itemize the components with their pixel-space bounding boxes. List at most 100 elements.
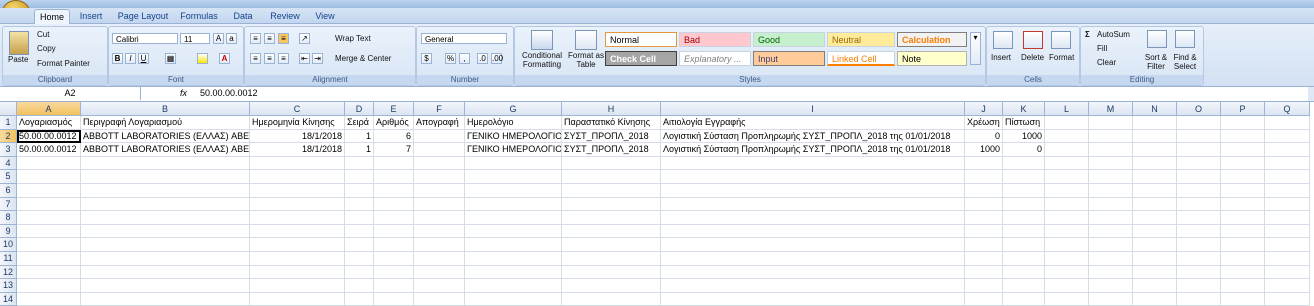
- table-cell[interactable]: [1177, 265, 1221, 280]
- table-cell[interactable]: [414, 184, 465, 198]
- table-cell[interactable]: [1177, 224, 1221, 239]
- table-cell[interactable]: [661, 238, 965, 252]
- table-cell[interactable]: [374, 279, 414, 293]
- borders-icon[interactable]: ▦: [165, 53, 176, 64]
- column-header[interactable]: E: [374, 102, 414, 116]
- table-cell[interactable]: [661, 156, 965, 171]
- row-header[interactable]: 11: [0, 252, 17, 266]
- table-cell[interactable]: [414, 197, 465, 212]
- table-cell[interactable]: [250, 184, 345, 198]
- table-cell[interactable]: [465, 279, 562, 293]
- sort-filter-button[interactable]: Sort & Filter: [1143, 53, 1169, 71]
- table-cell[interactable]: [465, 197, 562, 212]
- table-cell[interactable]: [1221, 265, 1265, 280]
- table-cell[interactable]: [1045, 156, 1089, 171]
- table-cell[interactable]: [1003, 184, 1045, 198]
- table-cell[interactable]: [1089, 252, 1133, 266]
- table-cell[interactable]: Λογιστική Σύσταση Προπληρωμής ΣΥΣΤ_ΠΡΟΠΛ…: [661, 143, 965, 157]
- table-cell[interactable]: 6: [374, 129, 414, 144]
- table-cell[interactable]: [17, 252, 81, 266]
- bold-button[interactable]: B: [112, 53, 123, 64]
- column-header[interactable]: F: [414, 102, 465, 116]
- table-cell[interactable]: [1089, 156, 1133, 171]
- table-cell[interactable]: [81, 224, 250, 239]
- row-header[interactable]: 12: [0, 265, 17, 280]
- table-cell[interactable]: [345, 156, 374, 171]
- increase-decimal-icon[interactable]: .0: [477, 53, 488, 64]
- table-cell[interactable]: [562, 252, 661, 266]
- clear-button[interactable]: Clear: [1097, 58, 1116, 67]
- table-cell[interactable]: [81, 292, 250, 306]
- table-cell[interactable]: [81, 279, 250, 293]
- table-cell[interactable]: [1045, 238, 1089, 252]
- column-header[interactable]: J: [965, 102, 1003, 116]
- table-cell[interactable]: [1045, 184, 1089, 198]
- style-input[interactable]: Input: [753, 51, 825, 66]
- table-cell[interactable]: [1089, 279, 1133, 293]
- table-cell[interactable]: [1133, 224, 1177, 239]
- table-cell[interactable]: [1177, 292, 1221, 306]
- fx-icon[interactable]: fx: [180, 87, 187, 100]
- table-cell[interactable]: [1221, 292, 1265, 306]
- table-cell[interactable]: [465, 252, 562, 266]
- table-cell[interactable]: Ημερολόγιο: [465, 116, 562, 130]
- table-cell[interactable]: [965, 211, 1003, 225]
- table-cell[interactable]: [1221, 156, 1265, 171]
- table-cell[interactable]: [1221, 129, 1265, 144]
- table-cell[interactable]: [661, 170, 965, 184]
- align-bottom-icon[interactable]: ≡: [278, 33, 289, 44]
- table-cell[interactable]: [1003, 156, 1045, 171]
- row-header[interactable]: 14: [0, 292, 17, 306]
- insert-cells-icon[interactable]: [993, 31, 1013, 49]
- table-cell[interactable]: 7: [374, 143, 414, 157]
- delete-cells-icon[interactable]: [1023, 31, 1043, 49]
- table-cell[interactable]: [661, 184, 965, 198]
- table-cell[interactable]: [1003, 224, 1045, 239]
- table-cell[interactable]: [1221, 224, 1265, 239]
- tab-review[interactable]: Review: [266, 9, 304, 23]
- table-cell[interactable]: [661, 211, 965, 225]
- table-cell[interactable]: [465, 292, 562, 306]
- table-cell[interactable]: [414, 279, 465, 293]
- table-cell[interactable]: [1045, 224, 1089, 239]
- table-cell[interactable]: [250, 224, 345, 239]
- row-header[interactable]: 2: [0, 129, 17, 144]
- table-cell[interactable]: ΣΥΣΤ_ΠΡΟΠΛ_2018: [562, 143, 661, 157]
- table-cell[interactable]: [965, 184, 1003, 198]
- table-cell[interactable]: [250, 238, 345, 252]
- table-cell[interactable]: [1265, 265, 1310, 280]
- table-cell[interactable]: [81, 265, 250, 280]
- align-right-icon[interactable]: ≡: [278, 53, 289, 64]
- column-header[interactable]: H: [562, 102, 661, 116]
- paste-icon[interactable]: [9, 31, 29, 55]
- table-cell[interactable]: 1000: [1003, 129, 1045, 144]
- percent-button[interactable]: %: [445, 53, 456, 64]
- table-cell[interactable]: [17, 265, 81, 280]
- table-cell[interactable]: [562, 170, 661, 184]
- table-cell[interactable]: [1221, 211, 1265, 225]
- table-cell[interactable]: [345, 279, 374, 293]
- table-cell[interactable]: [1045, 292, 1089, 306]
- active-cell[interactable]: 50.00.00.0012: [17, 129, 81, 144]
- comma-button[interactable]: ,: [459, 53, 470, 64]
- table-cell[interactable]: [1221, 279, 1265, 293]
- table-cell[interactable]: [1177, 156, 1221, 171]
- tab-home[interactable]: Home: [34, 9, 70, 24]
- italic-button[interactable]: I: [125, 53, 136, 64]
- cut-button[interactable]: Cut: [37, 30, 49, 39]
- conditional-formatting-icon[interactable]: [531, 30, 553, 50]
- row-header[interactable]: 8: [0, 211, 17, 225]
- autosum-button[interactable]: AutoSum: [1097, 30, 1130, 39]
- accounting-format-icon[interactable]: $: [421, 53, 432, 64]
- table-cell[interactable]: [1221, 116, 1265, 130]
- table-cell[interactable]: [414, 238, 465, 252]
- table-cell[interactable]: Αριθμός: [374, 116, 414, 130]
- font-name-select[interactable]: Calibri: [112, 33, 178, 44]
- column-header[interactable]: C: [250, 102, 345, 116]
- align-center-icon[interactable]: ≡: [264, 53, 275, 64]
- table-cell[interactable]: [965, 170, 1003, 184]
- table-cell[interactable]: [345, 265, 374, 280]
- column-header[interactable]: I: [661, 102, 965, 116]
- table-cell[interactable]: Ημερομηνία Κίνησης: [250, 116, 345, 130]
- table-cell[interactable]: [250, 197, 345, 212]
